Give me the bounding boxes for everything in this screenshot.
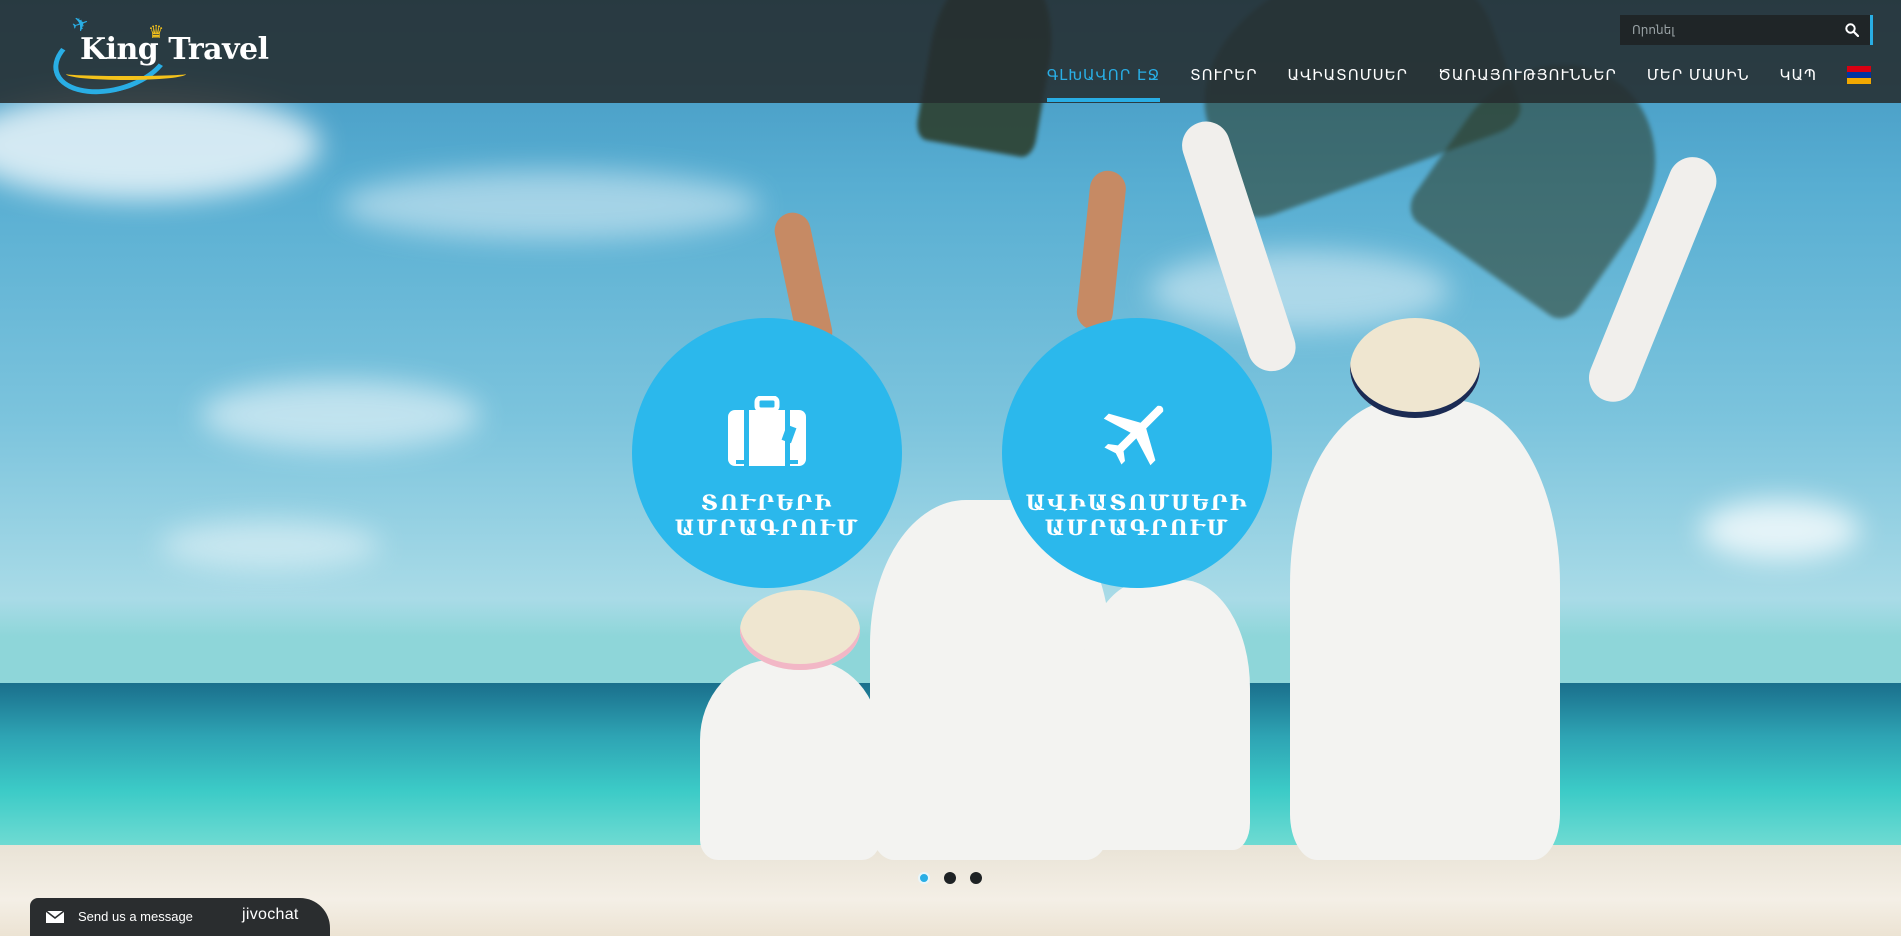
envelope-icon [46,911,64,923]
nav-item-tours[interactable]: ՏՈՒՐԵՐ [1190,60,1257,102]
site-header: ✈ ♛ King Travel ԳԼԽԱՎՈՐ ԷՋ ՏՈՒՐԵՐ ԱՎԻԱՏՈ… [0,0,1901,107]
search-accent-bar [1870,15,1873,45]
hat [1350,318,1480,418]
chat-widget[interactable]: Send us a message jivochat [30,898,330,936]
hat [740,590,860,670]
card-title-line: ԱՄՐԱԳՐՈՒՄ [1044,515,1230,540]
card-title-line: ԱՄՐԱԳՐՈՒՄ [674,515,860,540]
air-ticket-booking-label: ԱՎԻԱՏՈՄՍԵՐԻ ԱՄՐԱԳՐՈՒՄ [1026,490,1249,540]
chat-brand-logo: jivochat [242,906,299,923]
suitcase-icon [726,396,808,468]
slider-pagination [918,872,996,884]
search-button[interactable] [1834,15,1870,45]
hero-slide-image [0,0,1901,936]
search-icon [1845,23,1859,37]
cloud [200,380,480,450]
cloud [340,170,760,240]
logo-underline-icon [66,68,186,80]
armenia-flag-icon[interactable] [1847,66,1871,84]
air-ticket-booking-card[interactable]: ԱՎԻԱՏՈՄՍԵՐԻ ԱՄՐԱԳՐՈՒՄ [1002,318,1272,588]
girl [700,660,880,860]
tour-booking-label: ՏՈՒՐԵՐԻ ԱՄՐԱԳՐՈՒՄ [675,490,860,540]
logo[interactable]: ✈ ♛ King Travel [44,7,269,107]
cloud [160,520,380,570]
raised-arm [1075,168,1128,332]
nav-item-air-tickets[interactable]: ԱՎԻԱՏՈՄՍԵՐ [1288,60,1408,102]
airplane-icon [1100,396,1174,468]
card-title-line: ՏՈՒՐԵՐԻ [700,490,834,515]
boy [1080,580,1250,850]
card-title-line: ԱՎԻԱՏՈՄՍԵՐԻ [1025,490,1249,515]
tour-booking-card[interactable]: ՏՈՒՐԵՐԻ ԱՄՐԱԳՐՈՒՄ [632,318,902,588]
slider-dot-2[interactable] [944,872,956,884]
search-input[interactable] [1620,15,1830,45]
slider-dot-1[interactable] [918,872,930,884]
father [1290,400,1560,860]
nav-item-contact[interactable]: ԿԱՊ [1780,60,1817,102]
nav-item-services[interactable]: ԾԱՌԱՅՈՒԹՅՈՒՆՆԵՐ [1438,60,1617,102]
main-nav: ԳԼԽԱՎՈՐ ԷՋ ՏՈՒՐԵՐ ԱՎԻԱՏՈՄՍԵՐ ԾԱՌԱՅՈՒԹՅՈՒ… [1017,60,1871,102]
search-box [1620,15,1870,45]
cloud [0,90,320,200]
slider-dot-3[interactable] [970,872,982,884]
nav-item-home[interactable]: ԳԼԽԱՎՈՐ ԷՋ [1046,60,1161,102]
cloud [1700,500,1860,560]
chat-message-label: Send us a message [78,909,193,924]
nav-item-about[interactable]: ՄԵՐ ՄԱՍԻՆ [1647,60,1750,102]
logo-text: King Travel [80,32,269,67]
